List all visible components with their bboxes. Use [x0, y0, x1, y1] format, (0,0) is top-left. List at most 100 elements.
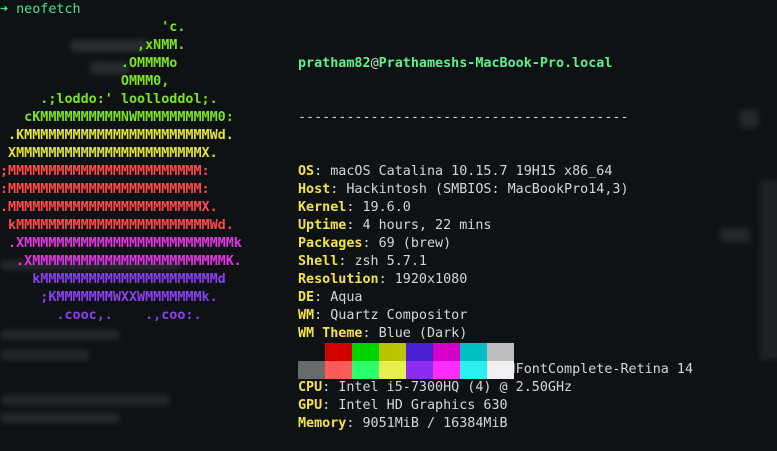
logo-line: .;loddo:' loolloddol;.	[0, 92, 218, 107]
info-key: DE	[298, 290, 315, 305]
color-swatch	[325, 343, 352, 361]
background-blur	[0, 350, 90, 360]
color-swatch	[406, 343, 433, 361]
info-row: Packages: 69 (brew)	[298, 235, 693, 253]
info-value: zsh 5.7.1	[354, 254, 427, 269]
color-swatch	[433, 361, 460, 379]
info-row: WM: Quartz Compositor	[298, 307, 693, 325]
info-row: Kernel: 19.6.0	[298, 199, 693, 217]
info-row: CPU: Intel i5-7300HQ (4) @ 2.50GHz	[298, 379, 693, 397]
info-value: Intel HD Graphics 630	[338, 398, 508, 413]
info-row: GPU: Intel HD Graphics 630	[298, 397, 693, 415]
info-key: WM	[298, 308, 315, 323]
color-swatch	[460, 361, 487, 379]
info-value: Quartz Compositor	[330, 308, 468, 323]
info-colon: :	[362, 326, 379, 341]
info-colon: :	[314, 308, 331, 323]
info-colon: :	[338, 254, 355, 269]
logo-line: .XMMMMMMMMMMMMMMMMMMMMMMMMK.	[0, 254, 242, 269]
info-colon: :	[314, 290, 331, 305]
at-sign: @	[370, 56, 379, 71]
info-row: Resolution: 1920x1080	[298, 271, 693, 289]
color-swatch	[487, 343, 514, 361]
info-row: Uptime: 4 hours, 22 mins	[298, 217, 693, 235]
info-value: 19.6.0	[362, 200, 411, 215]
info-row: Shell: zsh 5.7.1	[298, 253, 693, 271]
palette-bright-row	[298, 361, 514, 379]
info-value: 69 (brew)	[378, 236, 452, 251]
info-key: Shell	[298, 254, 339, 269]
color-palette	[298, 343, 514, 379]
info-value: macOS Catalina 10.15.7 19H15 x86_64	[330, 164, 613, 179]
logo-line: .cooc,. .,coo:.	[0, 308, 202, 323]
logo-line: kMMMMMMMMMMMMMMMMMMMMMMd	[0, 272, 226, 287]
system-info-panel: pratham82@Prathameshs-MacBook-Pro.local …	[298, 19, 693, 451]
info-key: Memory	[298, 416, 347, 431]
background-blur	[0, 330, 120, 340]
info-value: 4 hours, 22 mins	[362, 218, 492, 233]
color-swatch	[298, 361, 325, 379]
logo-line: .MMMMMMMMMMMMMMMMMMMMMMMMX.	[0, 200, 218, 215]
info-key: Uptime	[298, 218, 347, 233]
separator-line: ----------------------------------------…	[298, 110, 629, 125]
info-colon: :	[362, 236, 379, 251]
info-value: 9051MiB / 16384MiB	[362, 416, 508, 431]
background-blur	[0, 395, 170, 405]
background-blur	[720, 228, 750, 242]
color-swatch	[379, 343, 406, 361]
color-swatch	[433, 343, 460, 361]
logo-line: ;MMMMMMMMMMMMMMMMMMMMMMMM:	[0, 164, 210, 179]
info-value: Hackintosh (SMBIOS: MacBookPro14,3)	[346, 182, 629, 197]
hostname: Prathameshs-MacBook-Pro.local	[378, 56, 613, 71]
info-key: Host	[298, 182, 331, 197]
background-blur	[760, 180, 777, 360]
info-value: Intel i5-7300HQ (4) @ 2.50GHz	[338, 380, 573, 395]
background-blur	[740, 110, 758, 128]
username: pratham82	[298, 56, 371, 71]
info-colon: :	[322, 380, 339, 395]
info-key: OS	[298, 164, 315, 179]
color-swatch	[406, 361, 433, 379]
background-blur	[0, 413, 120, 423]
info-value: Blue (Dark)	[378, 326, 468, 341]
info-row: Host: Hackintosh (SMBIOS: MacBookPro14,3…	[298, 181, 693, 199]
logo-line: .XMMMMMMMMMMMMMMMMMMMMMMMMMMk	[0, 236, 242, 251]
info-value: Aqua	[330, 290, 363, 305]
color-swatch	[379, 361, 406, 379]
info-colon: :	[314, 164, 331, 179]
color-swatch	[325, 361, 352, 379]
color-swatch	[352, 343, 379, 361]
info-key: Packages	[298, 236, 363, 251]
logo-line: cKMMMMMMMMMMNWMMMMMMMMMM0:	[0, 110, 234, 125]
logo-line: OMMM0,	[0, 74, 170, 89]
logo-line: kMMMMMMMMMMMMMMMMMMMMMMMMWd.	[0, 218, 234, 233]
logo-line: ;KMMMMMMMWXXWMMMMMMMk.	[0, 290, 218, 305]
color-swatch	[487, 361, 514, 379]
color-swatch	[352, 361, 379, 379]
apple-ascii-logo: 'c. ,xNMM. .OMMMMo OMMM0, .;loddo:' lool…	[0, 19, 242, 325]
logo-line: :MMMMMMMMMMMMMMMMMMMMMMMM:	[0, 182, 210, 197]
info-row: WM Theme: Blue (Dark)	[298, 325, 693, 343]
color-swatch	[460, 343, 487, 361]
info-colon: :	[346, 200, 363, 215]
logo-line: .OMMMMo	[0, 56, 178, 71]
color-swatch	[298, 343, 325, 361]
info-key: WM Theme	[298, 326, 363, 341]
info-key: GPU	[298, 398, 323, 413]
logo-line: ,xNMM.	[0, 38, 186, 53]
info-colon: :	[346, 416, 363, 431]
shell-prompt: ➜ neofetch	[0, 1, 81, 19]
info-colon: :	[330, 182, 347, 197]
logo-line: 'c.	[0, 20, 186, 35]
info-rows: OS: macOS Catalina 10.15.7 19H15 x86_64 H…	[298, 163, 693, 433]
prompt-command: neofetch	[16, 2, 81, 17]
logo-line: XMMMMMMMMMMMMMMMMMMMMMMMX.	[0, 146, 218, 161]
info-row: DE: Aqua	[298, 289, 693, 307]
info-colon: :	[322, 398, 339, 413]
info-key: Kernel	[298, 200, 347, 215]
info-row: OS: macOS Catalina 10.15.7 19H15 x86_64	[298, 163, 693, 181]
info-key: Resolution	[298, 272, 379, 287]
info-key: CPU	[298, 380, 323, 395]
info-value: 1920x1080	[394, 272, 468, 287]
info-row: Memory: 9051MiB / 16384MiB	[298, 415, 693, 433]
